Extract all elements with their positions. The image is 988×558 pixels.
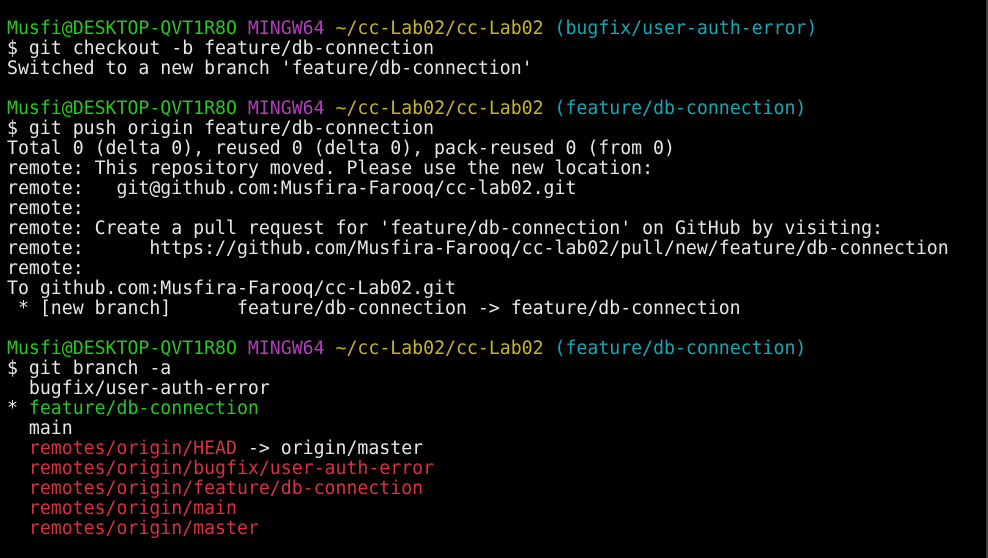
prompt-user-host: Musfi@DESKTOP-QVT1R8O bbox=[7, 18, 237, 39]
current-branch-marker: * bbox=[7, 398, 29, 419]
prompt-shell: MINGW64 bbox=[247, 338, 325, 359]
branch-indent bbox=[7, 498, 29, 519]
remote-branch-name: remotes/origin/master bbox=[28, 518, 259, 539]
remote-branch-name: remotes/origin/main bbox=[28, 498, 237, 519]
prompt-path: ~/cc-Lab02/cc-Lab02 bbox=[335, 18, 544, 39]
prompt-branch: (bugfix/user-auth-error) bbox=[554, 18, 818, 39]
output-line: Switched to a new branch 'feature/db-con… bbox=[7, 58, 533, 79]
output-line: remote: Create a pull request for 'featu… bbox=[7, 218, 883, 239]
branch-indent bbox=[7, 438, 29, 459]
command-line: $ git push origin feature/db-connection bbox=[7, 118, 435, 139]
prompt-user-host: Musfi@DESKTOP-QVT1R8O bbox=[7, 98, 237, 119]
prompt-line: Musfi@DESKTOP-QVT1R8O MINGW64 ~/cc-Lab02… bbox=[7, 339, 986, 359]
command-line: $ git branch -a bbox=[7, 358, 172, 379]
prompt-path: ~/cc-Lab02/cc-Lab02 bbox=[335, 338, 544, 359]
remote-branch-item: remotes/origin/main bbox=[7, 499, 986, 519]
remote-branch-item: remotes/origin/feature/db-connection bbox=[7, 479, 986, 499]
branch-list-item-current: * feature/db-connection bbox=[7, 399, 986, 419]
terminal-window[interactable]: Musfi@DESKTOP-QVT1R8O MINGW64 ~/cc-Lab02… bbox=[0, 0, 988, 558]
remote-branch-name: remotes/origin/bugfix/user-auth-error bbox=[28, 458, 435, 479]
output-line: remote: bbox=[7, 258, 84, 279]
prompt-line: Musfi@DESKTOP-QVT1R8O MINGW64 ~/cc-Lab02… bbox=[7, 19, 986, 39]
prompt-branch: (feature/db-connection) bbox=[554, 338, 807, 359]
branch-indent bbox=[7, 478, 29, 499]
prompt-shell: MINGW64 bbox=[247, 18, 325, 39]
remote-branch-item: remotes/origin/master bbox=[7, 519, 986, 539]
branch-indent bbox=[7, 518, 29, 539]
output-line: remote: git@github.com:Musfira-Farooq/cc… bbox=[7, 178, 577, 199]
prompt-line: Musfi@DESKTOP-QVT1R8O MINGW64 ~/cc-Lab02… bbox=[7, 99, 986, 119]
prompt-user-host: Musfi@DESKTOP-QVT1R8O bbox=[7, 338, 237, 359]
command-line: $ git checkout -b feature/db-connection bbox=[7, 38, 435, 59]
output-line: remote: bbox=[7, 198, 84, 219]
remote-branch-item: remotes/origin/bugfix/user-auth-error bbox=[7, 459, 986, 479]
branch-list-item: main bbox=[7, 418, 73, 439]
remote-branch-head: remotes/origin/HEAD -> origin/master bbox=[7, 439, 986, 459]
prompt-path: ~/cc-Lab02/cc-Lab02 bbox=[335, 98, 544, 119]
output-line: Total 0 (delta 0), reused 0 (delta 0), p… bbox=[7, 138, 675, 159]
remote-branch-name: remotes/origin/feature/db-connection bbox=[28, 478, 424, 499]
output-line: remote: This repository moved. Please us… bbox=[7, 158, 654, 179]
output-line: To github.com:Musfira-Farooq/cc-Lab02.gi… bbox=[7, 278, 456, 299]
branch-indent bbox=[7, 458, 29, 479]
branch-list-item: bugfix/user-auth-error bbox=[7, 378, 270, 399]
remote-head-target: -> origin/master bbox=[236, 438, 424, 459]
output-line: * [new branch] feature/db-connection -> … bbox=[7, 298, 741, 319]
prompt-shell: MINGW64 bbox=[247, 98, 325, 119]
prompt-branch: (feature/db-connection) bbox=[554, 98, 807, 119]
remote-branch-name: remotes/origin/HEAD bbox=[28, 438, 237, 459]
current-branch-name: feature/db-connection bbox=[28, 398, 259, 419]
output-line: remote: https://github.com/Musfira-Faroo… bbox=[7, 238, 949, 259]
